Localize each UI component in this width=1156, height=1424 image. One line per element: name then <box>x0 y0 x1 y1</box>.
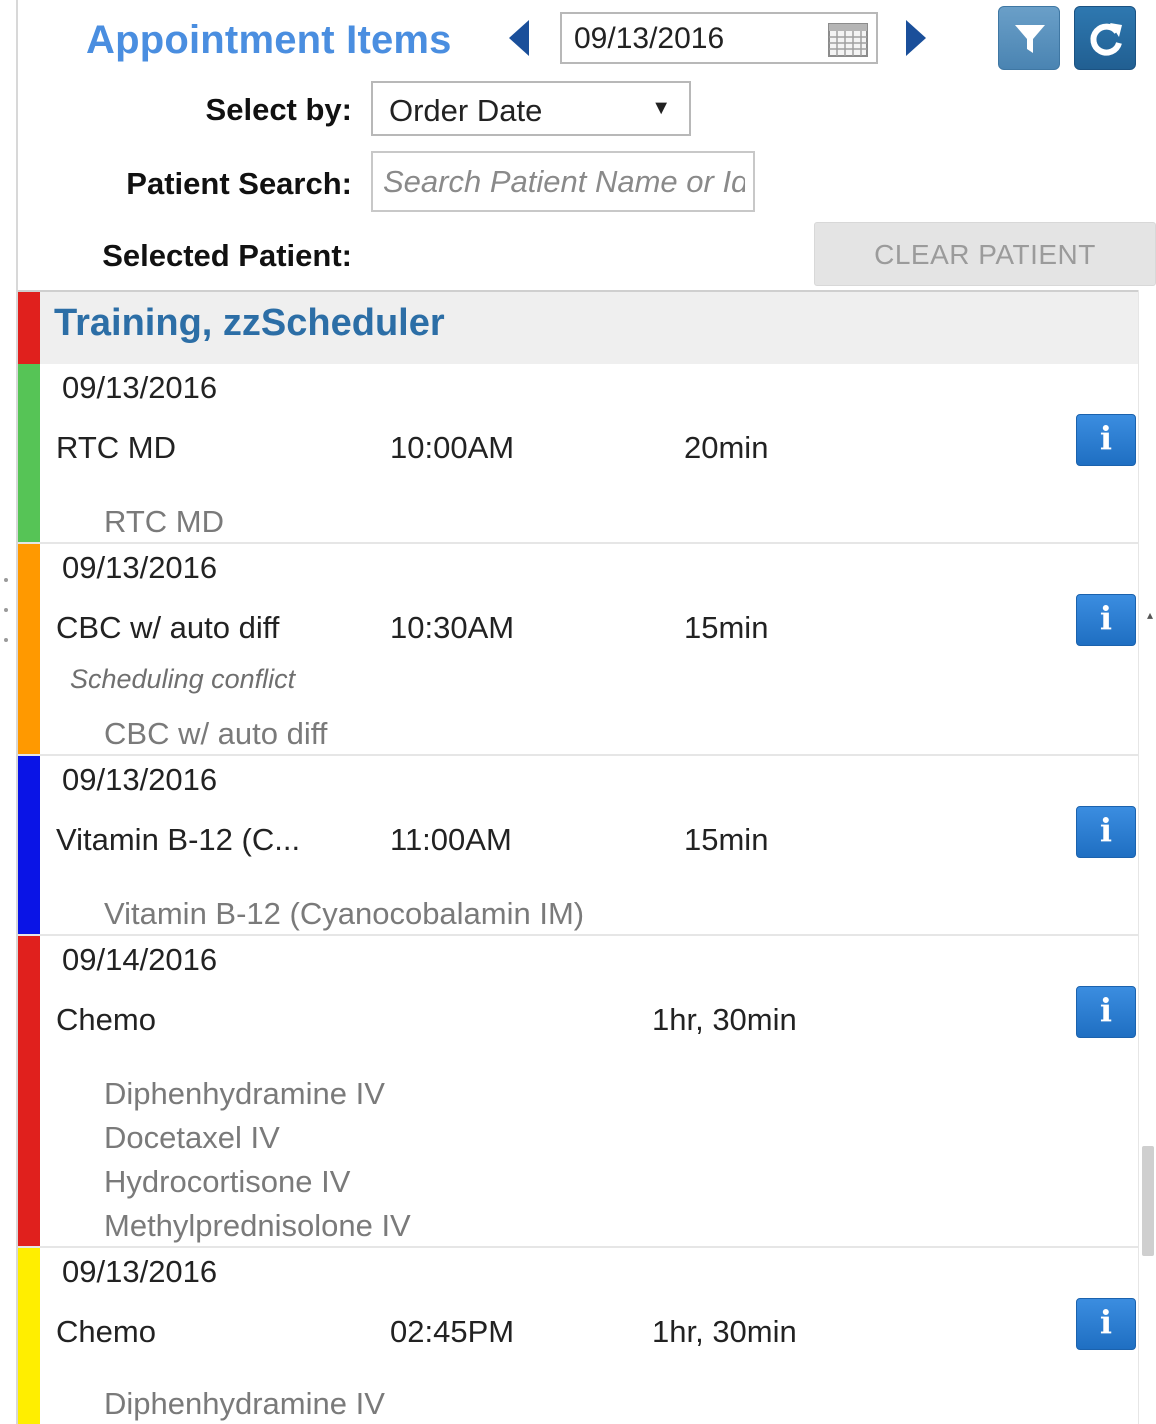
info-button[interactable]: i <box>1076 594 1136 646</box>
patient-name: Training, zzScheduler <box>54 302 445 344</box>
appointment-name: Chemo <box>56 1002 156 1037</box>
info-button[interactable]: i <box>1076 806 1136 858</box>
splitter-handle[interactable] <box>2 578 12 658</box>
info-button[interactable]: i <box>1076 986 1136 1038</box>
appointment-row[interactable]: 09/14/2016 Chemo 1hr, 30min i Diphenhydr… <box>18 936 1156 1248</box>
dropdown-arrow-icon: ▼ <box>651 97 671 119</box>
filter-button[interactable] <box>998 6 1060 70</box>
appointment-date: 09/13/2016 <box>62 1254 218 1289</box>
appointment-time: 10:00AM <box>390 430 515 465</box>
appointment-row[interactable]: 09/13/2016 RTC MD 10:00AM 20min i RTC MD <box>18 364 1156 544</box>
info-icon: i <box>1099 811 1113 849</box>
select-by-label: Select by: <box>205 92 352 127</box>
triangle-left-icon <box>509 20 529 56</box>
refresh-button[interactable] <box>1074 6 1136 70</box>
patient-search-box[interactable] <box>371 151 755 212</box>
appointment-date: 09/13/2016 <box>62 762 218 797</box>
select-by-value: Order Date <box>389 93 543 128</box>
calendar-icon[interactable] <box>828 22 868 58</box>
scrollbar-thumb[interactable] <box>1142 1146 1154 1256</box>
appointment-time: 02:45PM <box>390 1314 515 1349</box>
appointment-color-bar <box>18 364 40 542</box>
appointment-row[interactable]: 09/13/2016 Vitamin B-12 (C... 11:00AM 15… <box>18 756 1156 936</box>
appointment-date: 09/13/2016 <box>62 550 218 585</box>
scroll-up-icon[interactable]: ▴ <box>1147 608 1153 622</box>
patient-search-input[interactable] <box>383 163 745 201</box>
appointment-name: CBC w/ auto diff <box>56 610 280 645</box>
selected-patient-label: Selected Patient: <box>102 238 352 273</box>
appointment-color-bar <box>18 936 40 1246</box>
appointment-item: Diphenhydramine IV <box>104 1386 385 1421</box>
filter-icon <box>1015 25 1045 53</box>
patient-group-header[interactable]: Training, zzScheduler <box>18 292 1156 364</box>
appointment-color-bar <box>18 1248 40 1424</box>
triangle-right-icon <box>906 20 926 56</box>
appointment-date: 09/13/2016 <box>62 370 218 405</box>
date-picker[interactable] <box>560 12 878 64</box>
appointment-date: 09/14/2016 <box>62 942 218 977</box>
appointment-duration: 20min <box>684 430 769 465</box>
patient-search-label: Patient Search: <box>126 166 352 201</box>
previous-date-button[interactable] <box>505 18 535 58</box>
appointment-item: CBC w/ auto diff <box>104 716 328 751</box>
appointment-duration: 15min <box>684 610 769 645</box>
clear-patient-button[interactable]: CLEAR PATIENT <box>814 222 1156 286</box>
next-date-button[interactable] <box>900 18 930 58</box>
appointment-name: Vitamin B-12 (C... <box>56 822 301 857</box>
appointment-name: Chemo <box>56 1314 156 1349</box>
left-gutter <box>0 0 18 1424</box>
appointment-list[interactable]: Training, zzScheduler 09/13/2016 RTC MD … <box>18 290 1156 1424</box>
patient-color-bar <box>18 292 40 364</box>
appointment-name: RTC MD <box>56 430 176 465</box>
appointment-duration: 15min <box>684 822 769 857</box>
info-icon: i <box>1099 1303 1113 1341</box>
select-by-dropdown[interactable]: Order Date ▼ <box>371 81 691 136</box>
conflict-warning: Scheduling conflict <box>70 664 296 694</box>
appointment-color-bar <box>18 544 40 754</box>
appointment-duration: 1hr, 30min <box>652 1314 797 1349</box>
appointment-item: Vitamin B-12 (Cyanocobalamin IM) <box>104 896 585 931</box>
appointment-item: Hydrocortisone IV <box>104 1164 351 1199</box>
info-button[interactable]: i <box>1076 1298 1136 1350</box>
appointment-item: Methylprednisolone IV <box>104 1208 411 1243</box>
info-icon: i <box>1099 419 1113 457</box>
appointment-color-bar <box>18 756 40 934</box>
refresh-icon <box>1090 23 1122 56</box>
appointment-row[interactable]: 09/13/2016 Chemo 02:45PM 1hr, 30min i Di… <box>18 1248 1156 1424</box>
info-icon: i <box>1099 599 1113 637</box>
appointment-item: Diphenhydramine IV <box>104 1076 385 1111</box>
info-button[interactable]: i <box>1076 414 1136 466</box>
date-input[interactable] <box>574 22 824 56</box>
appointment-time: 10:30AM <box>390 610 515 645</box>
appointment-time: 11:00AM <box>390 822 512 857</box>
appointment-row[interactable]: 09/13/2016 CBC w/ auto diff 10:30AM 15mi… <box>18 544 1156 756</box>
page-title: Appointment Items <box>86 18 452 62</box>
appointment-item: Docetaxel IV <box>104 1120 280 1155</box>
appointment-duration: 1hr, 30min <box>652 1002 797 1037</box>
appointment-item: RTC MD <box>104 504 224 539</box>
info-icon: i <box>1099 991 1113 1029</box>
